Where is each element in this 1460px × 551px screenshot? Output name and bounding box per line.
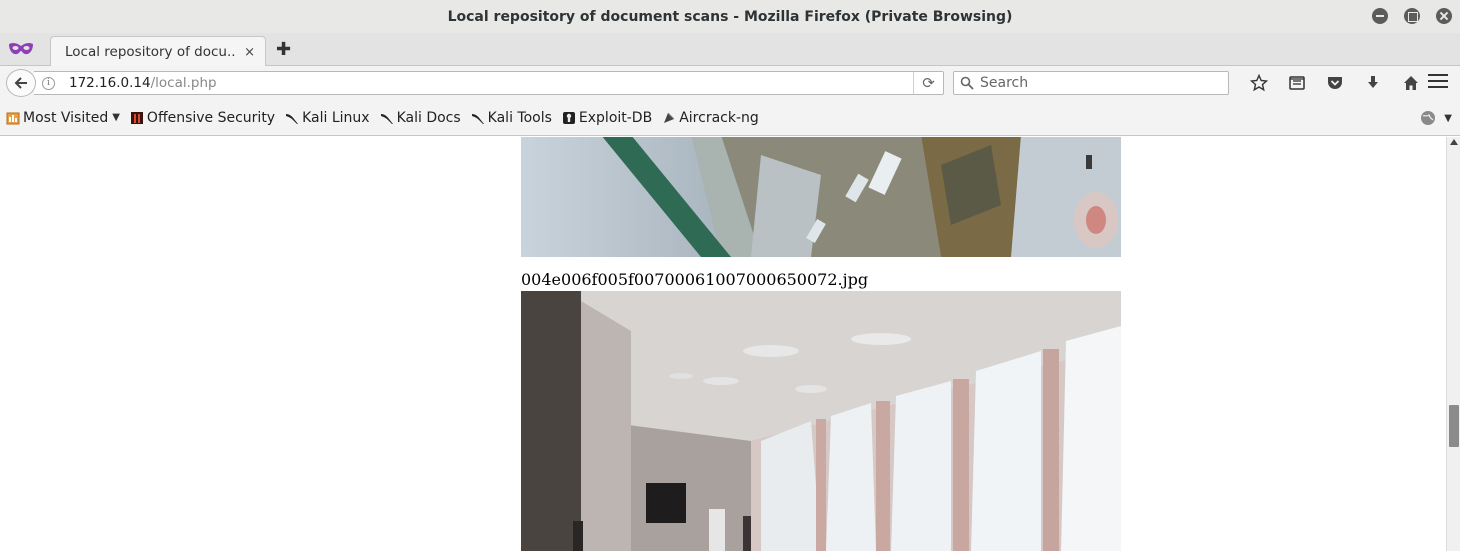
back-arrow-icon bbox=[14, 77, 27, 89]
search-input[interactable] bbox=[980, 75, 1220, 91]
library-icon[interactable] bbox=[1278, 72, 1316, 94]
reload-icon[interactable]: ⟳ bbox=[913, 72, 943, 94]
navigation-toolbar: i 172.16.0.14/local.php ⟳ bbox=[0, 66, 1460, 100]
aircrack-icon bbox=[664, 112, 675, 123]
bookmark-label: Kali Tools bbox=[487, 109, 552, 126]
tab-close-icon[interactable]: × bbox=[244, 45, 255, 60]
bookmarks-overflow[interactable]: ▼ bbox=[1420, 110, 1452, 126]
bookmark-label: Aircrack-ng bbox=[679, 109, 759, 126]
bookmark-label: Kali Linux bbox=[302, 109, 370, 126]
close-window-icon[interactable] bbox=[1436, 8, 1452, 24]
bookmarks-toolbar: Most Visited ▼ Offensive Security Kali L… bbox=[0, 100, 1460, 136]
window-title: Local repository of document scans - Moz… bbox=[447, 8, 1013, 25]
downloads-icon[interactable] bbox=[1354, 72, 1392, 94]
window-titlebar: Local repository of document scans - Moz… bbox=[0, 0, 1460, 33]
new-tab-icon[interactable]: ✚ bbox=[276, 39, 291, 60]
window-controls bbox=[1372, 8, 1452, 24]
home-icon[interactable] bbox=[1392, 72, 1430, 94]
url-text[interactable]: 172.16.0.14/local.php bbox=[69, 75, 217, 91]
private-browsing-mask-icon bbox=[9, 42, 33, 55]
url-path: /local.php bbox=[150, 75, 217, 91]
bookmark-exploit-db[interactable]: Exploit-DB bbox=[562, 106, 652, 130]
scan-image-aerial[interactable] bbox=[521, 137, 1121, 257]
tab-label: Local repository of docu... bbox=[65, 44, 235, 60]
bookmark-kali-linux[interactable]: Kali Linux bbox=[285, 106, 370, 130]
chevron-down-icon: ▼ bbox=[112, 112, 120, 123]
minimize-icon[interactable] bbox=[1372, 8, 1388, 24]
menu-hamburger-icon[interactable] bbox=[1428, 74, 1448, 92]
image-caption: 004e006f005f00700061007000650072.jpg bbox=[521, 270, 869, 289]
bookmark-aircrack-ng[interactable]: Aircrack-ng bbox=[662, 106, 759, 130]
tab-local-repository[interactable]: Local repository of docu... × bbox=[50, 36, 266, 67]
exploit-db-icon bbox=[562, 111, 575, 124]
back-button[interactable] bbox=[6, 69, 36, 97]
search-bar[interactable] bbox=[953, 71, 1229, 95]
pocket-icon[interactable] bbox=[1316, 72, 1354, 94]
most-visited-icon bbox=[6, 112, 20, 124]
scan-image-corridor[interactable] bbox=[521, 291, 1121, 551]
bookmark-kali-tools[interactable]: Kali Tools bbox=[471, 106, 552, 130]
bookmark-most-visited[interactable]: Most Visited ▼ bbox=[6, 106, 120, 130]
bookmark-kali-docs[interactable]: Kali Docs bbox=[380, 106, 461, 130]
maximize-icon[interactable] bbox=[1404, 8, 1420, 24]
globe-icon bbox=[1421, 111, 1436, 125]
chevron-down-icon: ▼ bbox=[1444, 112, 1452, 124]
scroll-up-arrow-icon[interactable] bbox=[1450, 139, 1458, 145]
bookmark-label: Offensive Security bbox=[146, 109, 276, 126]
page-content: 004e006f005f00700061007000650072.jpg bbox=[0, 137, 1446, 551]
kali-dragon-icon bbox=[286, 113, 299, 124]
url-host: 172.16.0.14 bbox=[69, 75, 151, 91]
url-bar[interactable]: i 172.16.0.14/local.php ⟳ bbox=[34, 71, 944, 95]
toolbar-icons bbox=[1240, 72, 1430, 94]
bookmark-label: Most Visited bbox=[23, 109, 109, 126]
tab-strip: Local repository of docu... × ✚ bbox=[0, 33, 1460, 67]
bookmark-star-icon[interactable] bbox=[1240, 72, 1278, 94]
kali-dragon-icon bbox=[471, 113, 484, 124]
bookmark-offensive-security[interactable]: Offensive Security bbox=[130, 106, 275, 130]
bookmark-label: Kali Docs bbox=[396, 109, 461, 126]
site-info-icon[interactable]: i bbox=[42, 76, 55, 90]
bookmark-label: Exploit-DB bbox=[578, 109, 653, 126]
kali-dragon-icon bbox=[380, 113, 393, 124]
offsec-icon bbox=[130, 111, 143, 124]
scrollbar-thumb[interactable] bbox=[1449, 405, 1459, 447]
vertical-scrollbar[interactable] bbox=[1446, 137, 1460, 551]
search-icon bbox=[960, 76, 974, 90]
